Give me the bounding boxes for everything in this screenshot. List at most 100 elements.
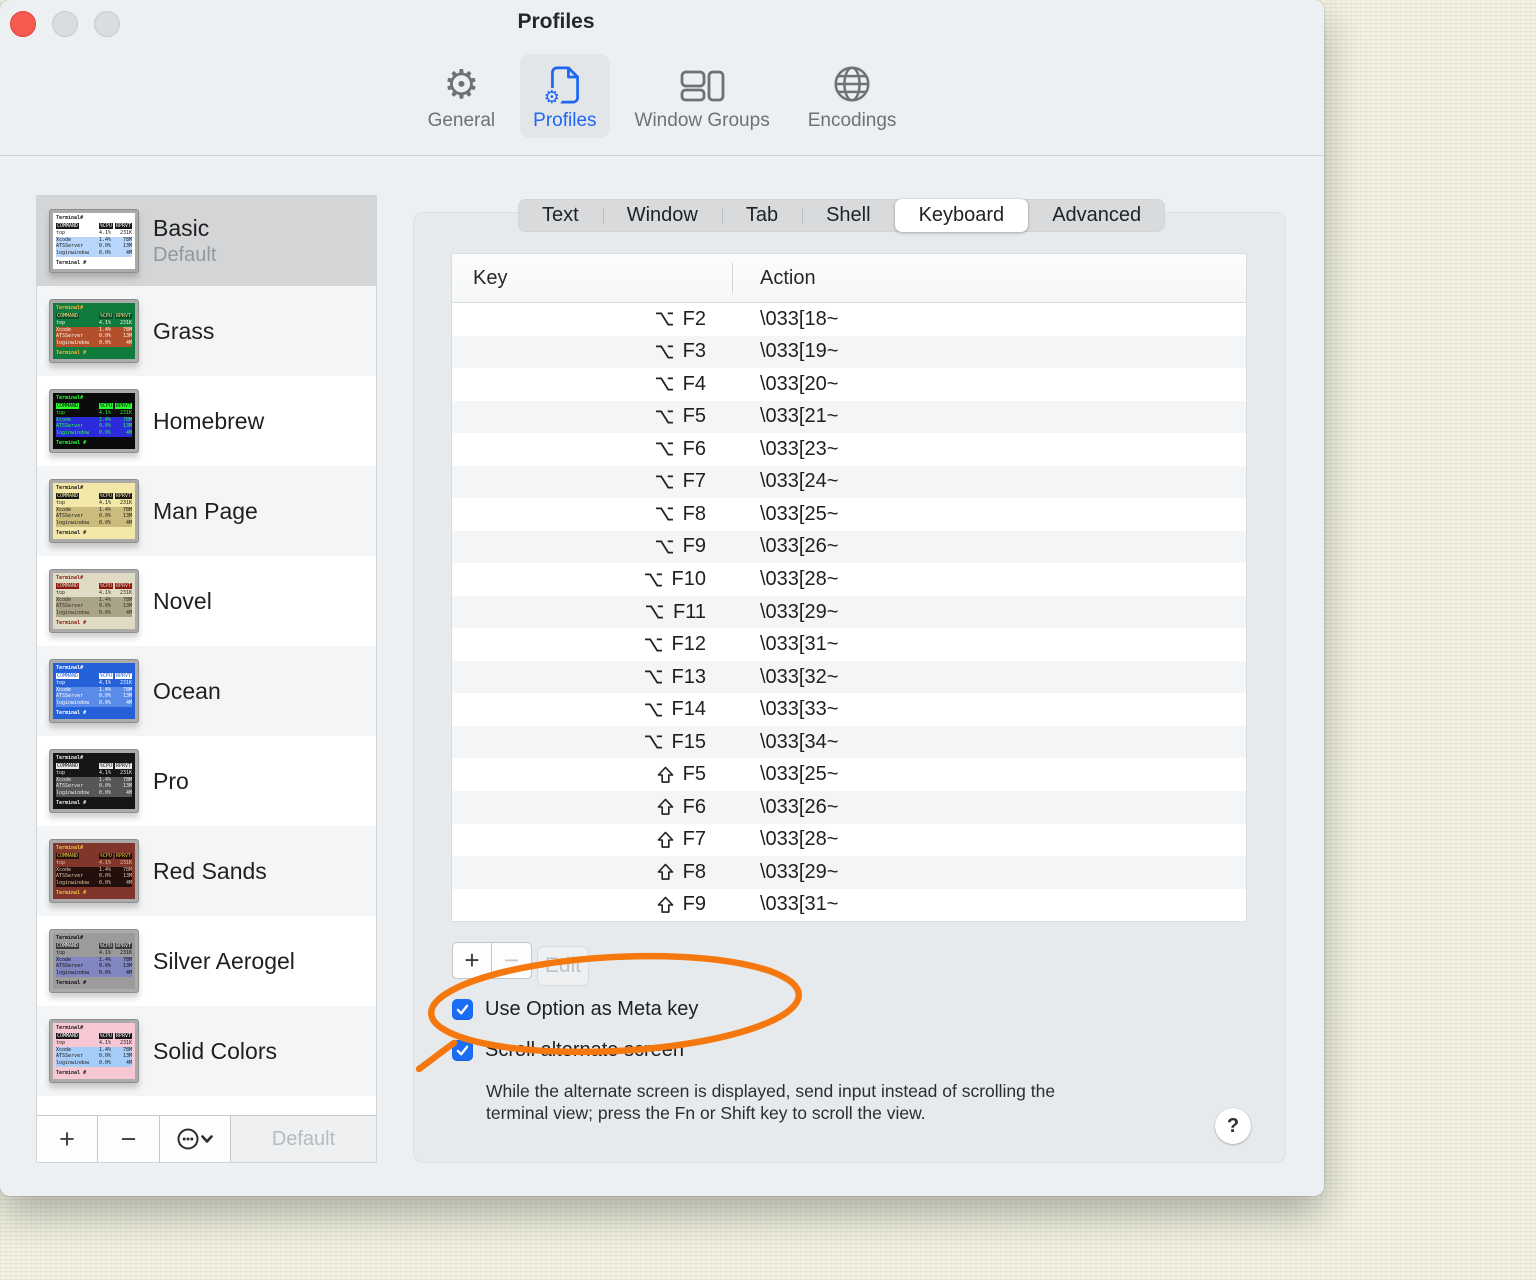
key-mapping-row[interactable]: F8 \033[25~: [452, 498, 1246, 531]
shift-key-icon: [657, 863, 674, 881]
action-cell: \033[31~: [760, 633, 839, 656]
profile-thumbnail: Terminal# COMMAND %CPU RPRVT top 4.1% 231K Xc…: [50, 570, 138, 632]
key-mapping-row[interactable]: F15 \033[34~: [452, 725, 1246, 759]
toolbar-item-window-groups[interactable]: Window Groups: [622, 54, 783, 138]
shift-key-icon: [657, 766, 674, 784]
key-mapping-row[interactable]: F7 \033[28~: [452, 823, 1246, 857]
option-key-icon: [655, 539, 674, 555]
profile-row[interactable]: Terminal# COMMAND %CPU RPRVT top 4.1% 231K Xc…: [37, 736, 376, 826]
set-default-button[interactable]: Default: [231, 1116, 376, 1162]
option-key-icon: [644, 702, 663, 718]
action-column-header: Action: [760, 266, 816, 289]
key-mapping-row[interactable]: F4 \033[20~: [452, 368, 1246, 401]
profile-thumbnail: Terminal# COMMAND %CPU RPRVT top 4.1% 231K Xc…: [50, 1020, 138, 1082]
key-cell: F5: [452, 405, 732, 428]
tab-advanced[interactable]: Advanced: [1028, 199, 1165, 232]
more-options-button[interactable]: [160, 1116, 231, 1162]
key-cell: F12: [452, 633, 732, 656]
key-mapping-row[interactable]: F9 \033[31~: [452, 888, 1246, 922]
key-mapping-row[interactable]: F2 \033[18~: [452, 303, 1246, 336]
toolbar-item-encodings[interactable]: Encodings: [795, 54, 910, 138]
action-cell: \033[20~: [760, 372, 839, 395]
profile-row[interactable]: Terminal# COMMAND %CPU RPRVT top 4.1% 231K Xc…: [37, 556, 376, 646]
profiles-sidebar: Terminal# COMMAND %CPU RPRVT top 4.1% 231K Xc…: [36, 195, 377, 1163]
column-divider[interactable]: [732, 263, 733, 293]
action-cell: \033[26~: [760, 795, 839, 818]
option-key-icon: [644, 734, 663, 750]
use-option-as-meta-checkbox-row[interactable]: Use Option as Meta key: [452, 998, 698, 1021]
profile-row[interactable]: Terminal# COMMAND %CPU RPRVT top 4.1% 231K Xc…: [37, 196, 376, 286]
key-cell: F4: [452, 373, 732, 396]
remove-profile-button[interactable]: −: [98, 1116, 160, 1162]
remove-mapping-button[interactable]: −: [492, 942, 532, 979]
tab-text[interactable]: Text: [518, 199, 603, 232]
tab-shell[interactable]: Shell: [802, 199, 894, 232]
shift-key-icon: [657, 831, 674, 849]
profile-row[interactable]: Terminal# COMMAND %CPU RPRVT top 4.1% 231K Xc…: [37, 466, 376, 556]
key-mapping-row[interactable]: F3 \033[19~: [452, 335, 1246, 369]
key-mapping-row[interactable]: F6 \033[23~: [452, 433, 1246, 466]
key-mapping-row[interactable]: F5 \033[21~: [452, 400, 1246, 434]
action-cell: \033[32~: [760, 665, 839, 688]
key-mapping-row[interactable]: F5 \033[25~: [452, 758, 1246, 791]
action-cell: \033[19~: [760, 340, 839, 363]
tab-tab[interactable]: Tab: [721, 199, 802, 232]
action-cell: \033[18~: [760, 307, 839, 330]
tab-keyboard[interactable]: Keyboard: [894, 199, 1029, 232]
option-key-icon: [644, 669, 663, 685]
mapping-buttons: + −: [452, 942, 532, 979]
profile-name: Homebrew: [153, 407, 265, 434]
profile-thumbnail: Terminal# COMMAND %CPU RPRVT top 4.1% 231K Xc…: [50, 480, 138, 542]
edit-mapping-button[interactable]: Edit: [537, 946, 589, 986]
key-mapping-row[interactable]: F9 \033[26~: [452, 530, 1246, 564]
key-mapping-row[interactable]: F13 \033[32~: [452, 660, 1246, 694]
profile-row[interactable]: Terminal# COMMAND %CPU RPRVT top 4.1% 231K Xc…: [37, 376, 376, 466]
key-column-header: Key: [473, 266, 508, 289]
key-cell: F6: [452, 438, 732, 461]
toolbar: Profiles ⚙ General ⚙ Profiles Window Gro…: [0, 0, 1324, 156]
key-cell: F11: [452, 601, 732, 624]
table-rows: F2 \033[18~ F3 \033[19~ F4 \033[20~ F5 \…: [452, 303, 1246, 922]
option-key-icon: [655, 311, 674, 327]
key-mapping-row[interactable]: F8 \033[29~: [452, 856, 1246, 889]
globe-icon: [831, 61, 873, 105]
toolbar-item-general[interactable]: ⚙ General: [415, 54, 509, 138]
shift-key-icon: [657, 896, 674, 914]
add-profile-button[interactable]: +: [37, 1116, 98, 1162]
desktop-wallpaper: Profiles ⚙ General ⚙ Profiles Window Gro…: [0, 0, 1536, 1280]
key-mapping-row[interactable]: F14 \033[33~: [452, 693, 1246, 726]
key-mappings-table: Key Action F2 \033[18~ F3 \033[19~ F4 \0…: [452, 254, 1246, 922]
profile-thumbnail: Terminal# COMMAND %CPU RPRVT top 4.1% 231K Xc…: [50, 300, 138, 362]
help-button[interactable]: ?: [1215, 1108, 1251, 1144]
profile-row[interactable]: Terminal# COMMAND %CPU RPRVT top 4.1% 231K Xc…: [37, 646, 376, 736]
action-cell: \033[21~: [760, 405, 839, 428]
key-mapping-row[interactable]: F7 \033[24~: [452, 465, 1246, 499]
terminal-preferences-window: Profiles ⚙ General ⚙ Profiles Window Gro…: [0, 0, 1324, 1196]
settings-tab-bar: Text Window Tab Shell Keyboard Advanced: [518, 199, 1166, 232]
profile-row[interactable]: Terminal# COMMAND %CPU RPRVT top 4.1% 231K Xc…: [37, 286, 376, 376]
key-mapping-row[interactable]: F6 \033[26~: [452, 790, 1246, 824]
checkbox-checked-icon: [452, 999, 473, 1020]
profile-row[interactable]: Terminal# COMMAND %CPU RPRVT top 4.1% 231K Xc…: [37, 916, 376, 1006]
profile-thumbnail: Terminal# COMMAND %CPU RPRVT top 4.1% 231K Xc…: [50, 840, 138, 902]
window-title: Profiles: [517, 10, 595, 33]
profile-row[interactable]: Terminal# COMMAND %CPU RPRVT top 4.1% 231K Xc…: [37, 1006, 376, 1096]
add-mapping-button[interactable]: +: [452, 942, 492, 979]
key-mapping-row[interactable]: F11 \033[29~: [452, 595, 1246, 629]
checkbox-label: Scroll alternate screen: [485, 1039, 684, 1061]
table-header: Key Action: [452, 254, 1246, 303]
scroll-alternate-screen-checkbox-row[interactable]: Scroll alternate screen: [452, 1039, 684, 1062]
tab-window[interactable]: Window: [602, 199, 722, 232]
action-cell: \033[34~: [760, 730, 839, 753]
profile-name: Solid Colors: [153, 1037, 277, 1064]
key-cell: F7: [452, 470, 732, 493]
profile-row[interactable]: Terminal# COMMAND %CPU RPRVT top 4.1% 231K Xc…: [37, 826, 376, 916]
key-mapping-row[interactable]: F12 \033[31~: [452, 628, 1246, 661]
toolbar-item-profiles[interactable]: ⚙ Profiles: [520, 54, 610, 138]
action-cell: \033[26~: [760, 535, 839, 558]
key-mapping-row[interactable]: F10 \033[28~: [452, 563, 1246, 596]
alternate-screen-footnote: While the alternate screen is displayed,…: [486, 1081, 1056, 1123]
option-key-icon: [655, 344, 674, 360]
profile-name: Man Page: [153, 497, 258, 524]
action-cell: \033[29~: [760, 860, 839, 883]
